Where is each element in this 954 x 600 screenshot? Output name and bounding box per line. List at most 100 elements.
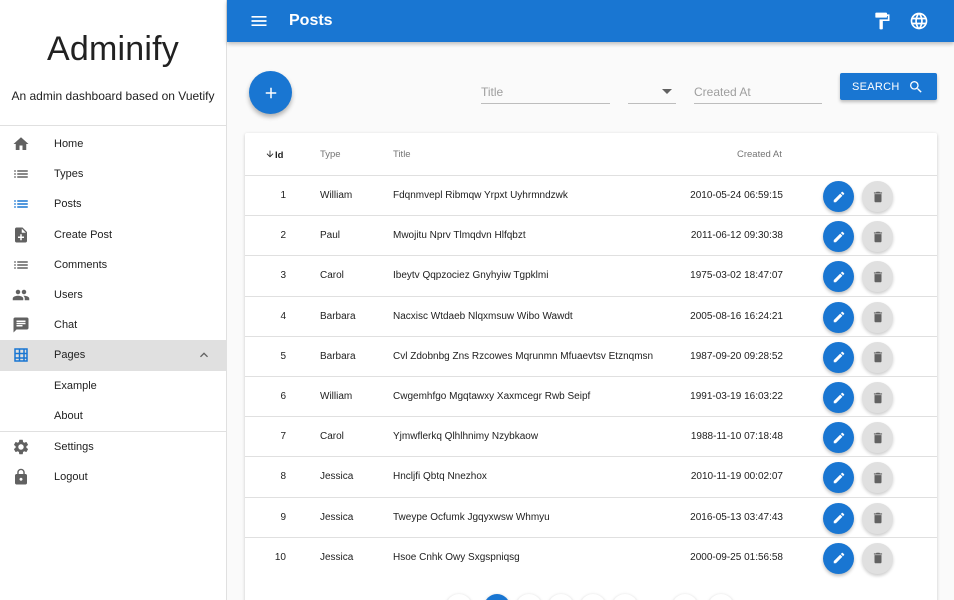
- grid-icon: [12, 346, 30, 364]
- delete-button[interactable]: [862, 221, 893, 253]
- home-icon: [12, 135, 30, 153]
- top-bar: Posts: [227, 0, 954, 42]
- created-at-filter-input[interactable]: [694, 80, 822, 99]
- search-button[interactable]: SEARCH: [840, 73, 937, 100]
- column-header-type[interactable]: Type: [320, 149, 341, 160]
- sidebar-item-example[interactable]: Example: [0, 371, 226, 401]
- chevron-up-icon[interactable]: [196, 347, 212, 363]
- pagination-page[interactable]: [484, 594, 510, 600]
- cell-title: Yjmwflerkq Qlhlhnimy Nzybkaow: [393, 431, 539, 443]
- people-icon: [12, 286, 30, 304]
- cell-created-at: 2011-06-12 09:30:38: [690, 230, 783, 242]
- cell-created-at: 1975-03-02 18:47:07: [690, 270, 783, 282]
- plus-icon: [265, 87, 276, 98]
- cell-type: Jessica: [320, 471, 354, 483]
- pagination-page[interactable]: [548, 594, 574, 600]
- delete-button[interactable]: [862, 301, 893, 333]
- sidebar-item-logout[interactable]: Logout: [0, 462, 226, 492]
- globe-icon[interactable]: [909, 11, 929, 31]
- pagination-page[interactable]: [672, 594, 698, 600]
- brand-subtitle: An admin dashboard based on Vuetify: [11, 89, 215, 103]
- delete-button[interactable]: [862, 261, 893, 293]
- edit-button[interactable]: [823, 261, 854, 293]
- sidebar-item-about[interactable]: About: [0, 401, 226, 431]
- posts-table: Id Type Title Created At 1 William Fdqnmve…: [245, 133, 937, 600]
- pagination-page[interactable]: [580, 594, 606, 600]
- title-filter-input[interactable]: [481, 80, 610, 99]
- sidebar-item-home[interactable]: Home: [0, 129, 226, 159]
- sidebar-item-posts[interactable]: Posts: [0, 189, 226, 219]
- pagination-next-button[interactable]: [708, 594, 734, 600]
- note-add-icon: [12, 226, 30, 244]
- table-row: 2 Paul Mwojitu Nprv Tlmqdvn Hlfqbzt 2011-06…: [245, 215, 937, 255]
- paint-roller-icon[interactable]: [872, 11, 892, 31]
- pencil-icon: [833, 472, 844, 484]
- cell-title: Hsoe Cnhk Owy Sxgspniqsg: [393, 551, 520, 563]
- sidebar-item-types[interactable]: Types: [0, 159, 226, 189]
- table-row: 9 Jessica Tweype Ocfumk Jgqyxwsw Whmyu 2016…: [245, 496, 937, 537]
- column-header-title[interactable]: Title: [393, 149, 411, 160]
- cell-type: Barbara: [320, 310, 356, 322]
- page-title: Posts: [289, 12, 333, 29]
- title-filter-field: [481, 80, 610, 104]
- sidebar-item-comments[interactable]: Comments: [0, 250, 226, 280]
- caret-down-icon: [662, 89, 672, 94]
- cell-id: 7: [280, 431, 286, 443]
- pagination-page[interactable]: [612, 594, 638, 600]
- cell-title: Ibeytv Qqpzociez Gnyhyiw Tgpklmi: [393, 270, 549, 282]
- delete-button[interactable]: [862, 502, 893, 534]
- edit-button[interactable]: [823, 502, 854, 534]
- cell-created-at: 1988-11-10 07:18:48: [690, 431, 783, 443]
- add-post-button[interactable]: [249, 71, 292, 114]
- sidebar-item-chat[interactable]: Chat: [0, 310, 226, 340]
- sidebar-item-pages[interactable]: Pages: [0, 340, 226, 371]
- pencil-icon: [833, 311, 844, 323]
- sidebar-item-label: Settings: [54, 440, 94, 453]
- cell-title: Nacxisc Wtdaeb Nlqxmsuw Wibo Wawdt: [393, 310, 573, 322]
- edit-button[interactable]: [823, 301, 854, 333]
- pencil-icon: [833, 271, 844, 283]
- cell-title: Mwojitu Nprv Tlmqdvn Hlfqbzt: [393, 230, 526, 242]
- pagination-prev-button[interactable]: [446, 594, 472, 600]
- sidebar-item-label: Pages: [54, 349, 86, 362]
- delete-button[interactable]: [862, 462, 893, 494]
- edit-button[interactable]: [823, 422, 854, 454]
- delete-button[interactable]: [862, 422, 893, 454]
- delete-button[interactable]: [862, 542, 893, 574]
- column-header-id[interactable]: Id: [265, 149, 283, 161]
- column-header-created-at[interactable]: Created At: [737, 149, 782, 160]
- table-row: 6 William Cwgemhfgo Mgqtawxy Xaxmcegr Rwb …: [245, 376, 937, 416]
- edit-button[interactable]: [823, 221, 854, 253]
- table-row: 4 Barbara Nacxisc Wtdaeb Nlqxmsuw Wibo Waw…: [245, 295, 937, 336]
- cell-id: 3: [280, 270, 286, 282]
- table-row: 5 Barbara Cvl Zdobnbg Zns Rzcowes Mqrunmn …: [245, 335, 937, 376]
- type-filter-select[interactable]: [628, 80, 676, 104]
- sidebar-item-create-post[interactable]: Create Post: [0, 220, 226, 250]
- pagination-page[interactable]: [516, 594, 542, 600]
- delete-button[interactable]: [862, 341, 893, 373]
- menu-icon[interactable]: [249, 11, 269, 31]
- cell-created-at: 1987-09-20 09:28:52: [690, 350, 783, 362]
- trash-icon: [873, 231, 882, 242]
- search-button-label: SEARCH: [852, 80, 900, 93]
- cell-title: Tweype Ocfumk Jgqyxwsw Whmyu: [393, 511, 550, 523]
- edit-button[interactable]: [823, 462, 854, 494]
- table-row: 8 Jessica Hncljfi Qbtq Nnezhox 2010-11-19 0…: [245, 456, 937, 496]
- delete-button[interactable]: [862, 181, 893, 212]
- edit-button[interactable]: [823, 382, 854, 413]
- cell-type: Carol: [320, 431, 344, 443]
- arrow-down-icon: [266, 150, 274, 158]
- lock-icon: [12, 468, 30, 486]
- sidebar-item-settings[interactable]: Settings: [0, 432, 226, 462]
- delete-button[interactable]: [862, 382, 893, 413]
- trash-icon: [873, 512, 882, 524]
- cell-title: Fdqnmvepl Ribmqw Yrpxt Uyhrmndzwk: [393, 190, 568, 201]
- sidebar-item-users[interactable]: Users: [0, 280, 226, 310]
- sidebar-item-label: Comments: [54, 258, 108, 271]
- edit-button[interactable]: [823, 542, 854, 574]
- cell-id: 9: [280, 511, 286, 523]
- edit-button[interactable]: [823, 341, 854, 373]
- cell-type: William: [320, 391, 353, 402]
- created-at-filter-field: [694, 80, 822, 104]
- edit-button[interactable]: [823, 181, 854, 212]
